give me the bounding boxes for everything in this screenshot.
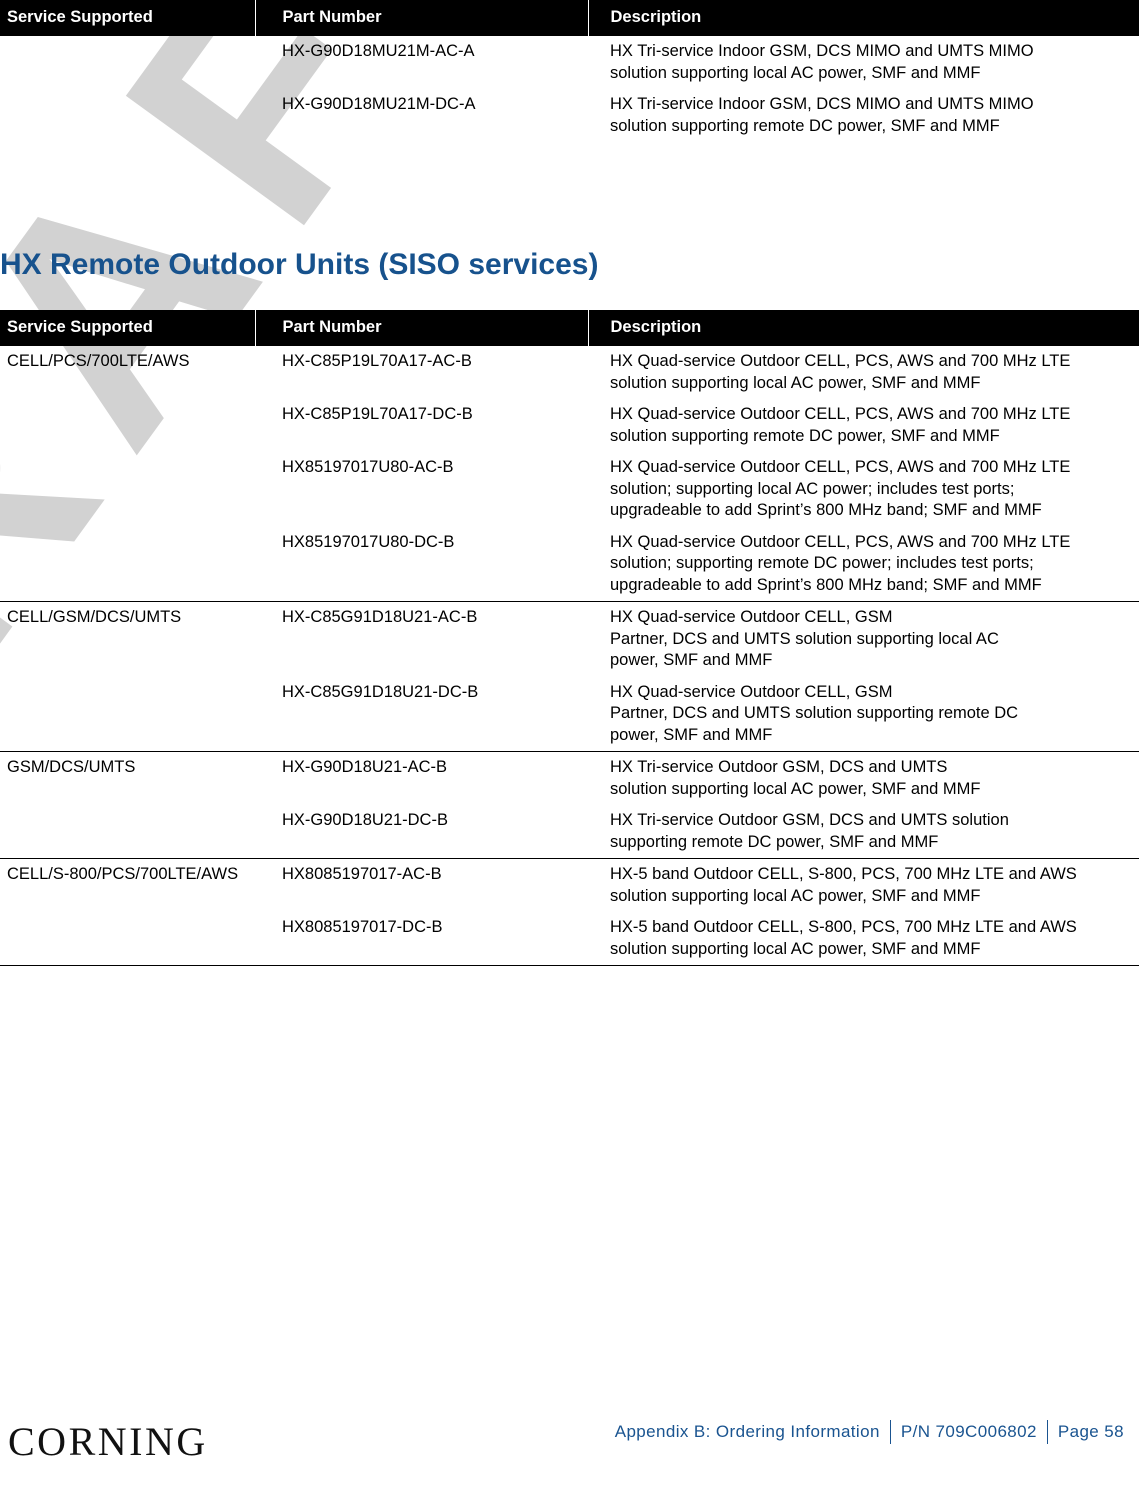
cell-part-number: HX85197017U80-DC-B	[282, 532, 455, 551]
column-header-description: Description	[587, 310, 1139, 346]
indoor-units-table: Service Supported Part Number Descriptio…	[0, 0, 1139, 142]
corning-logo: CORNING	[8, 1419, 208, 1464]
cell-part-number: HX-C85G91D18U21-AC-B	[255, 601, 588, 677]
cell-description: HX-5 band Outdoor CELL, S-800, PCS, 700 …	[610, 918, 1077, 958]
outdoor-siso-table-body: CELL/PCS/700LTE/AWS HX-C85P19L70A17-AC-B…	[0, 346, 1139, 966]
cell-part-number: HX-G90D18MU21M-DC-A	[282, 95, 476, 113]
cell-service-supported	[0, 399, 255, 452]
footer-page-number: Page 58	[1057, 1422, 1124, 1441]
cell-part-number: HX-C85P19L70A17-DC-B	[282, 405, 473, 423]
cell-service-supported	[0, 527, 255, 602]
cell-description: HX Tri-service Indoor GSM, DCS MIMO and …	[610, 42, 1034, 82]
cell-service-supported: GSM/DCS/UMTS	[0, 751, 255, 805]
cell-service-supported	[0, 89, 255, 142]
column-header-service-supported: Service Supported	[0, 0, 255, 36]
description-line: solution supporting local AC power, SMF …	[610, 779, 981, 798]
cell-part-number: HX-C85P19L70A17-AC-B	[282, 352, 472, 370]
column-header-part-number: Part Number	[254, 0, 588, 36]
table-row: HX-C85G91D18U21-DC-B HX Quad-service Out…	[0, 677, 1139, 752]
page-footer: CORNING Appendix B: Ordering Information…	[0, 1380, 1139, 1490]
description-line: power, SMF and MMF	[610, 651, 773, 669]
description-line: HX Quad-service Outdoor CELL, GSM	[610, 608, 893, 626]
table-row: HX85197017U80-AC-B HX Quad-service Outdo…	[0, 452, 1139, 527]
cell-part-number: HX8085197017-DC-B	[282, 918, 443, 936]
description-line: Partner, DCS and UMTS solution supportin…	[610, 629, 999, 648]
table-row: GSM/DCS/UMTS HX-G90D18U21-AC-B HX Tri-se…	[0, 751, 1139, 805]
footer-appendix-label: Appendix B: Ordering Information	[614, 1422, 880, 1441]
cell-service-supported: CELL/GSM/DCS/UMTS	[0, 601, 255, 677]
cell-service-supported: CELL/S-800/PCS/700LTE/AWS	[0, 858, 255, 912]
cell-description: HX Quad-service Outdoor CELL, GSM Partne…	[588, 677, 1139, 752]
description-line: HX Quad-service Outdoor CELL, GSM	[610, 682, 893, 701]
table-row: HX8085197017-DC-B HX-5 band Outdoor CELL…	[0, 912, 1139, 966]
table-header-row: Service Supported Part Number Descriptio…	[0, 310, 1139, 346]
table-row: CELL/S-800/PCS/700LTE/AWS HX8085197017-A…	[0, 858, 1139, 912]
cell-service-supported	[0, 805, 255, 859]
cell-part-number: HX-G90D18U21-DC-B	[282, 811, 448, 829]
table-header: Service Supported Part Number Descriptio…	[0, 310, 1139, 346]
table-row: CELL/GSM/DCS/UMTS HX-C85G91D18U21-AC-B H…	[0, 601, 1139, 677]
table-header-row: Service Supported Part Number Descriptio…	[0, 0, 1139, 36]
cell-part-number: HX-G90D18U21-AC-B	[255, 751, 588, 805]
cell-part-number: HX85197017U80-AC-B	[282, 458, 454, 476]
table-bottom-rule-cell	[588, 965, 1139, 966]
column-header-part-number: Part Number	[254, 310, 588, 346]
cell-service-supported: CELL/PCS/700LTE/AWS	[7, 352, 190, 370]
table-row: HX85197017U80-DC-B HX Quad-service Outdo…	[0, 527, 1139, 602]
section-heading-wrap: HX Remote Outdoor Units (SISO services)	[0, 248, 1139, 282]
outdoor-siso-table-section: Service Supported Part Number Descriptio…	[0, 310, 1139, 966]
footer-metadata: Appendix B: Ordering Information P/N 709…	[605, 1420, 1134, 1444]
column-header-service-supported: Service Supported	[0, 310, 255, 346]
table-row: HX-C85P19L70A17-DC-B HX Quad-service Out…	[0, 399, 1139, 452]
table-bottom-rule-cell	[0, 965, 255, 966]
table-row: HX-G90D18MU21M-DC-A HX Tri-service Indoo…	[0, 89, 1139, 142]
table-bottom-rule	[0, 965, 1139, 966]
table-header: Service Supported Part Number Descriptio…	[0, 0, 1139, 36]
footer-part-number: P/N 709C006802	[900, 1422, 1037, 1441]
cell-description: HX Quad-service Outdoor CELL, PCS, AWS a…	[610, 458, 1071, 519]
cell-description: HX Quad-service Outdoor CELL, GSM Partne…	[588, 601, 1139, 677]
table-row: HX-G90D18MU21M-AC-A HX Tri-service Indoo…	[0, 36, 1139, 89]
description-line: Partner, DCS and UMTS solution supportin…	[610, 704, 1019, 722]
description-line: power, SMF and MMF	[610, 725, 773, 744]
page-title: HX Remote Outdoor Units (SISO services)	[0, 248, 599, 281]
cell-service-supported	[0, 36, 255, 89]
outdoor-siso-table: Service Supported Part Number Descriptio…	[0, 310, 1139, 966]
table-row: HX-G90D18U21-DC-B HX Tri-service Outdoor…	[0, 805, 1139, 859]
description-line: HX Tri-service Outdoor GSM, DCS and UMTS	[610, 758, 948, 776]
cell-description: HX Tri-service Outdoor GSM, DCS and UMTS…	[588, 751, 1139, 805]
cell-part-number: HX-C85G91D18U21-DC-B	[282, 682, 479, 701]
document-page: Service Supported Part Number Descriptio…	[0, 0, 1139, 1490]
table-bottom-rule-cell	[255, 965, 588, 966]
cell-description: HX Tri-service Outdoor GSM, DCS and UMTS…	[610, 811, 1009, 851]
cell-service-supported	[0, 452, 255, 527]
column-header-description: Description	[587, 0, 1139, 36]
cell-description: HX Quad-service Outdoor CELL, PCS, AWS a…	[610, 405, 1071, 445]
indoor-units-table-body: HX-G90D18MU21M-AC-A HX Tri-service Indoo…	[0, 36, 1139, 142]
indoor-units-table-section: Service Supported Part Number Descriptio…	[0, 0, 1139, 142]
cell-description: HX Quad-service Outdoor CELL, PCS, AWS a…	[610, 352, 1071, 392]
cell-description: HX-5 band Outdoor CELL, S-800, PCS, 700 …	[588, 858, 1139, 912]
cell-service-supported	[0, 912, 255, 966]
table-row: CELL/PCS/700LTE/AWS HX-C85P19L70A17-AC-B…	[0, 346, 1139, 399]
cell-part-number: HX-G90D18MU21M-AC-A	[282, 42, 475, 60]
cell-description: HX Quad-service Outdoor CELL, PCS, AWS a…	[610, 532, 1071, 594]
cell-description: HX Tri-service Indoor GSM, DCS MIMO and …	[610, 95, 1034, 135]
cell-service-supported	[0, 677, 255, 752]
cell-part-number: HX8085197017-AC-B	[255, 858, 588, 912]
